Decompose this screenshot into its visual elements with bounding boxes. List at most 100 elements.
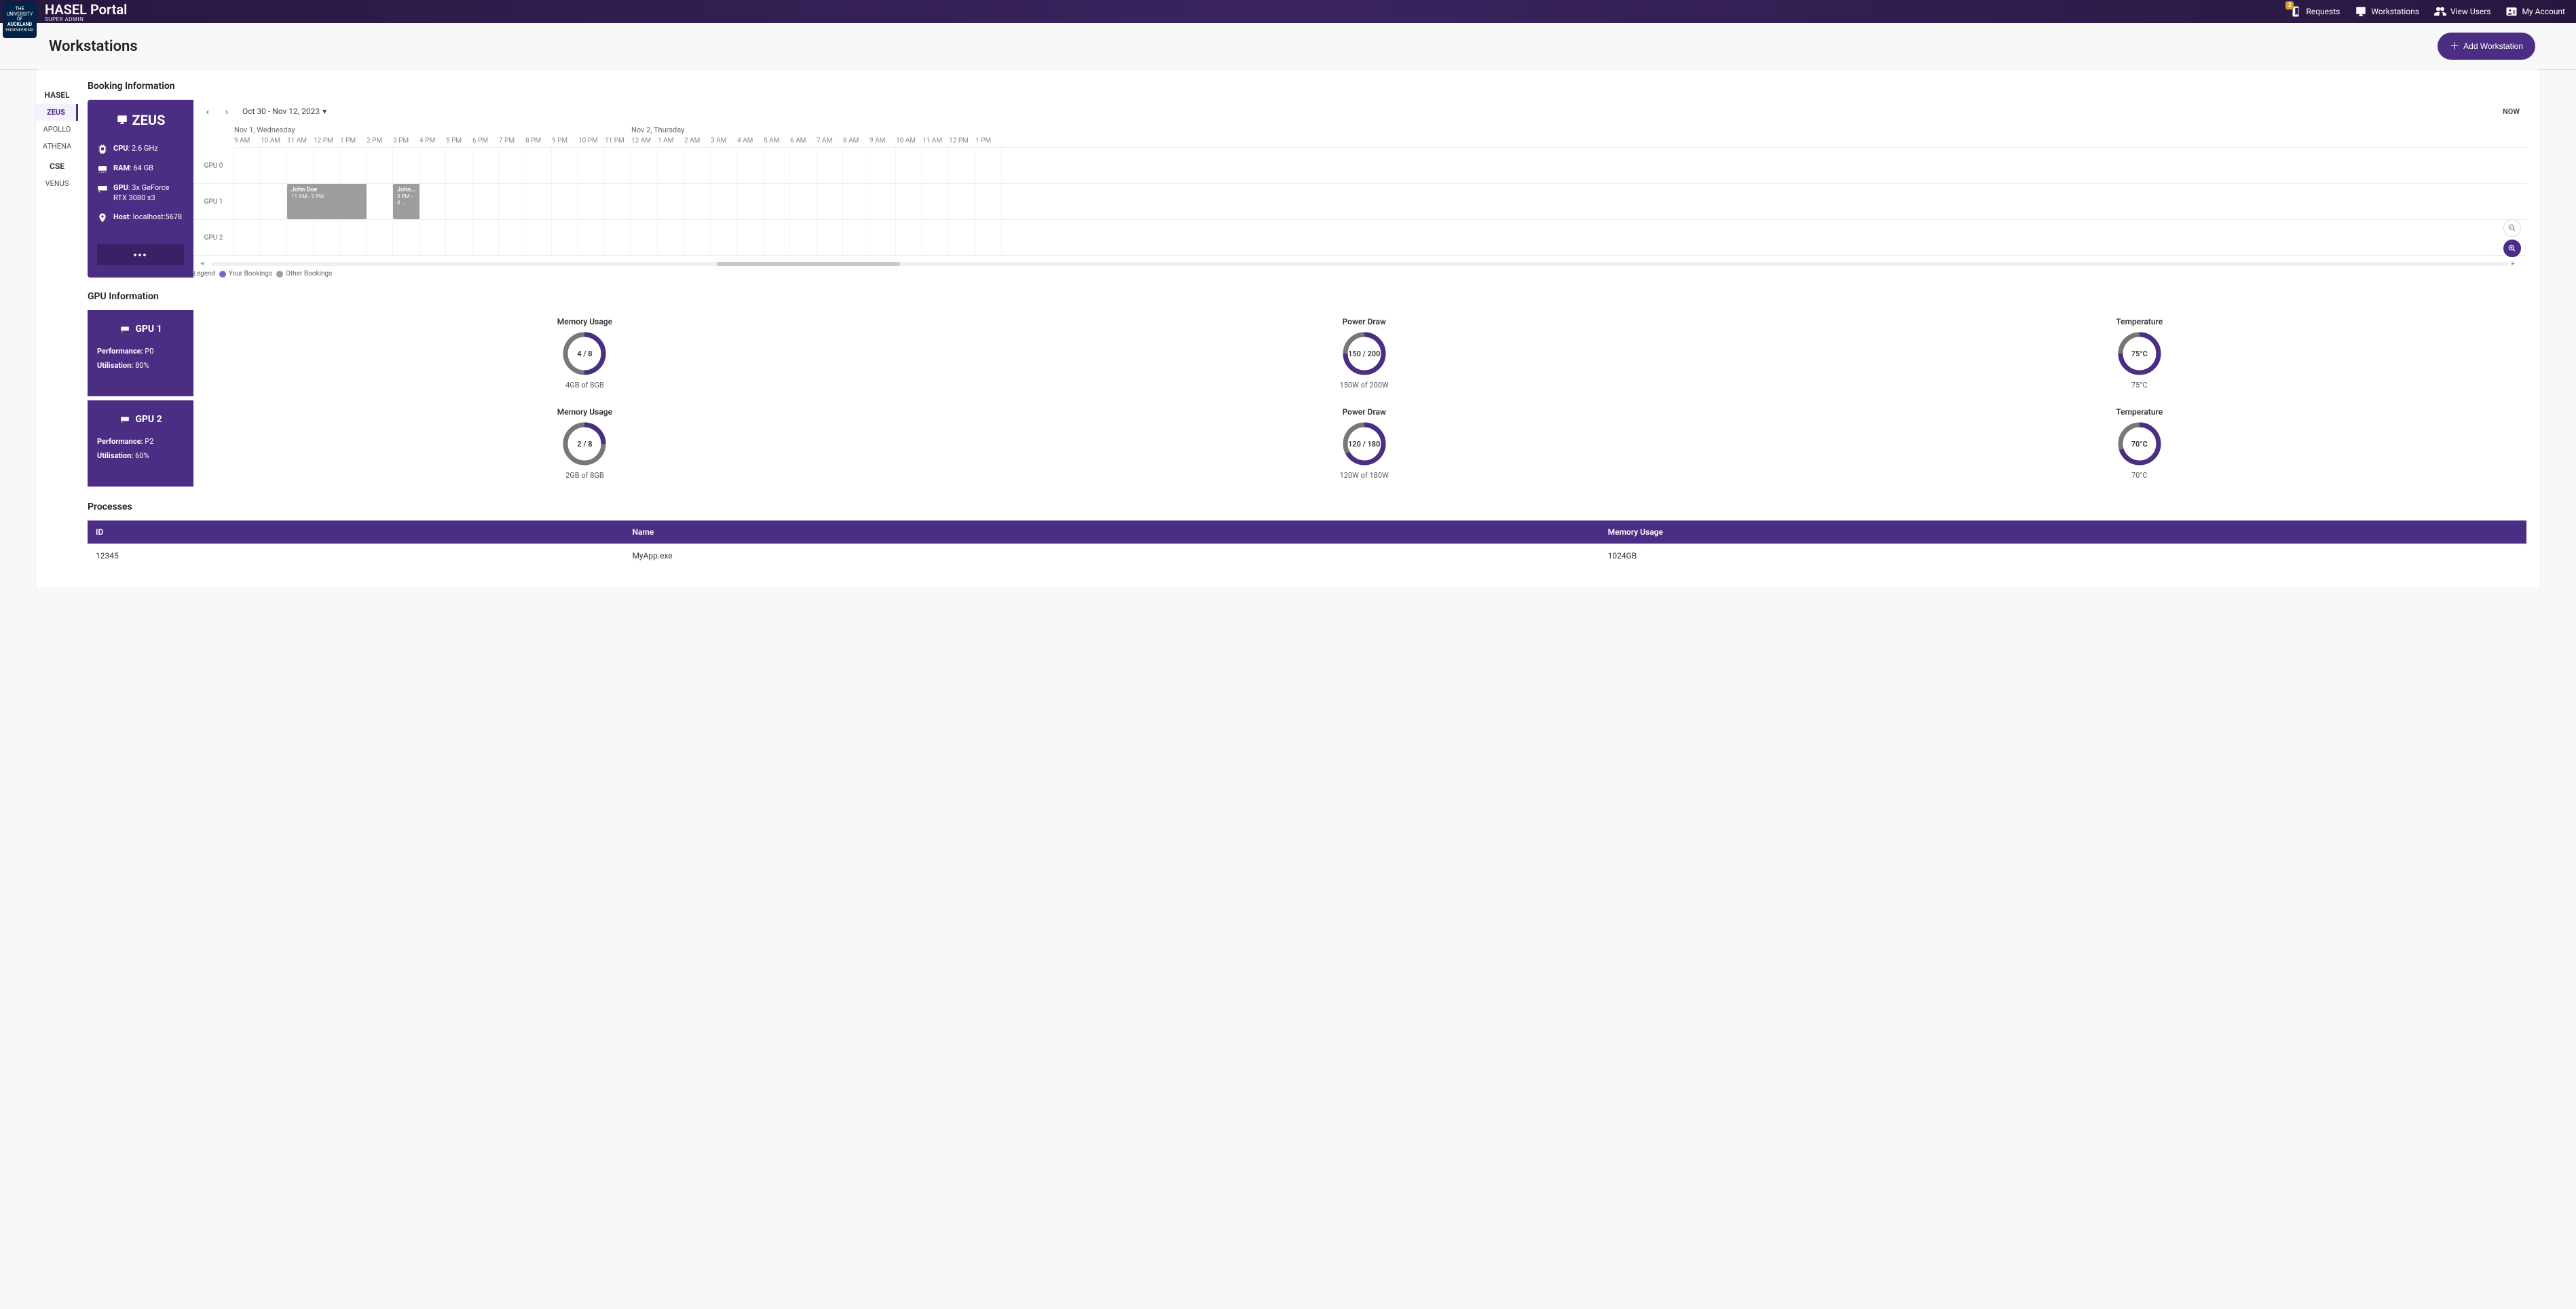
timeline-lane[interactable]: GPU 1 John Doe11 AM - 2 PM John D...3 PM -… — [193, 184, 2526, 220]
group-cse: CSE — [36, 162, 78, 171]
workstation-card: ZEUS CPU: 2.6 GHz RAM: 64 GB GPU: 3x GeF… — [88, 100, 193, 278]
zoom-in-icon — [2507, 244, 2517, 253]
lane-label: GPU 2 — [193, 220, 234, 255]
hour-label: 8 PM — [525, 136, 552, 147]
hour-label: 2 PM — [367, 136, 393, 147]
hour-label: 9 AM — [870, 136, 896, 147]
gpu-row: GPU 1 Performance: P0 Utilisation: 80% M… — [88, 310, 2526, 396]
top-bar: THE UNIVERSITY OF AUCKLAND ENGINEERING H… — [0, 0, 2576, 23]
nav-requests[interactable]: 2 Requests — [2290, 5, 2340, 18]
university-logo: THE UNIVERSITY OF AUCKLAND ENGINEERING — [3, 1, 37, 38]
lane-label: GPU 1 — [193, 184, 234, 219]
col-name: Name — [624, 520, 1599, 544]
hour-label: 3 AM — [711, 136, 737, 147]
hour-label: 11 PM — [605, 136, 631, 147]
hour-label: 10 AM — [261, 136, 287, 147]
nav-requests-label: Requests — [2306, 7, 2340, 16]
hour-label: 8 AM — [843, 136, 870, 147]
other-bookings-dot — [276, 271, 283, 278]
gpu-icon — [97, 183, 108, 194]
your-bookings-dot — [219, 271, 226, 278]
hour-label: 6 AM — [790, 136, 817, 147]
nav-my-account-label: My Account — [2522, 7, 2565, 16]
add-workstation-button[interactable]: ＋ Add Workstation — [2438, 33, 2535, 60]
nav-my-account[interactable]: My Account — [2505, 5, 2565, 18]
timeline-lane[interactable]: GPU 0 — [193, 148, 2526, 184]
hour-label: 1 PM — [975, 136, 1002, 147]
zoom-out-button[interactable] — [2503, 219, 2521, 237]
hour-label: 5 PM — [446, 136, 472, 147]
legend-title: Legend — [193, 270, 215, 278]
gpu-icon — [119, 415, 131, 424]
hour-label: 9 AM — [234, 136, 261, 147]
temperature-metric: Temperature75°C75°C — [2116, 317, 2163, 390]
nav-workstations[interactable]: Workstations — [2355, 5, 2419, 18]
sidebar-item-athena[interactable]: ATHENA — [36, 138, 78, 155]
hour-label: 4 AM — [737, 136, 764, 147]
timeline-lanes: GPU 0GPU 1 John Doe11 AM - 2 PM John D...3… — [193, 148, 2526, 256]
hour-label: 5 AM — [764, 136, 790, 147]
booking-block[interactable]: John D...3 PM - 4 ... — [393, 184, 419, 219]
gpu-icon — [119, 324, 131, 334]
zoom-out-icon — [2507, 223, 2517, 233]
gpu-row: GPU 2 Performance: P2 Utilisation: 60% M… — [88, 400, 2526, 487]
memory-metric: Memory Usage4 / 84GB of 8GB — [557, 317, 612, 390]
page-title: Workstations — [49, 38, 138, 55]
timeline-next[interactable]: › — [219, 104, 234, 119]
sidebar-item-zeus[interactable]: ZEUS — [36, 104, 78, 121]
sidebar-item-venus[interactable]: VENUS — [36, 175, 78, 192]
hour-row: 9 AM10 AM11 AM12 PM1 PM2 PM3 PM4 PM5 PM6… — [234, 136, 2526, 148]
hour-label: 1 AM — [658, 136, 684, 147]
users-icon — [2434, 5, 2446, 18]
hour-label: 9 PM — [552, 136, 578, 147]
hour-label: 11 AM — [287, 136, 314, 147]
timeline-prev[interactable]: ‹ — [200, 104, 215, 119]
desktop-icon — [116, 114, 128, 126]
hour-label: 12 PM — [949, 136, 975, 147]
hour-label: 10 AM — [896, 136, 922, 147]
hour-label: 11 AM — [922, 136, 949, 147]
user-role: SUPER ADMIN — [45, 16, 127, 22]
processes-table: ID Name Memory Usage 12345MyApp.exe1024G… — [88, 520, 2526, 567]
timeline-scrollbar[interactable] — [211, 262, 2509, 266]
ram-icon — [97, 164, 108, 174]
booking-block[interactable]: John Doe11 AM - 2 PM — [287, 184, 367, 219]
chevron-down-icon: ▾ — [322, 107, 326, 116]
gpu-card: GPU 1 Performance: P0 Utilisation: 80% — [88, 310, 193, 396]
monitor-icon — [2355, 5, 2367, 18]
id-card-icon — [2505, 5, 2518, 18]
processes-section-title: Processes — [88, 501, 2526, 512]
power-metric: Power Draw120 / 180120W of 180W — [1340, 407, 1389, 480]
sidebar-item-apollo[interactable]: APOLLO — [36, 121, 78, 138]
temperature-metric: Temperature70°C70°C — [2116, 407, 2163, 480]
day-header: Nov 2, Thursday — [631, 123, 684, 136]
requests-badge: 2 — [2285, 1, 2294, 10]
zoom-in-button[interactable] — [2503, 240, 2521, 257]
nav-view-users[interactable]: View Users — [2434, 5, 2491, 18]
group-hasel: HASEL — [36, 90, 78, 100]
hour-label: 10 PM — [578, 136, 605, 147]
hour-label: 1 PM — [340, 136, 367, 147]
hour-label: 7 AM — [817, 136, 843, 147]
scroll-left[interactable]: ◂ — [200, 260, 208, 267]
workstation-name: ZEUS — [132, 112, 166, 128]
col-id: ID — [88, 520, 624, 544]
lane-label: GPU 0 — [193, 148, 234, 183]
table-row[interactable]: 12345MyApp.exe1024GB — [88, 544, 2526, 568]
plus-icon: ＋ — [2450, 39, 2459, 53]
power-metric: Power Draw150 / 200150W of 200W — [1340, 317, 1389, 390]
now-button[interactable]: NOW — [2503, 107, 2520, 116]
workstation-sidebar: HASEL ZEUS APOLLO ATHENA CSE VENUS — [36, 81, 78, 567]
date-range-picker[interactable]: Oct 30 - Nov 12, 2023 ▾ — [242, 107, 326, 116]
nav-view-users-label: View Users — [2450, 7, 2491, 16]
hour-label: 4 PM — [419, 136, 446, 147]
timeline-lane[interactable]: GPU 2 — [193, 220, 2526, 256]
col-mem: Memory Usage — [1600, 520, 2526, 544]
more-button[interactable]: ••• — [97, 244, 184, 265]
day-header: Nov 1, Wednesday — [234, 123, 631, 136]
booking-timeline: ‹ › Oct 30 - Nov 12, 2023 ▾ NOW Nov 1, W… — [193, 100, 2526, 278]
hour-label: 7 PM — [499, 136, 525, 147]
gpu-section-title: GPU Information — [88, 291, 2526, 302]
scroll-right[interactable]: ▸ — [2512, 260, 2520, 267]
hour-label: 2 AM — [684, 136, 711, 147]
